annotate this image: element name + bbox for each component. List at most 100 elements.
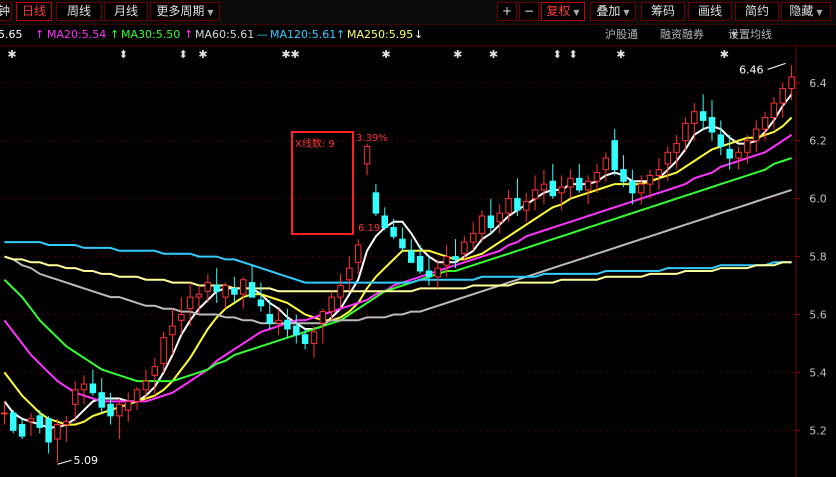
candle-body <box>478 215 486 234</box>
candle-body <box>160 337 167 365</box>
candle-body <box>125 400 132 411</box>
candle-body <box>63 421 70 426</box>
candle-body <box>186 296 194 310</box>
candle-body <box>416 256 424 272</box>
candle-body <box>89 383 97 394</box>
candle-body <box>178 313 185 321</box>
event-marker-icon: ✱ <box>489 48 498 61</box>
candle-body <box>620 169 627 182</box>
high-marker-arrow <box>767 62 786 70</box>
candle-body <box>425 270 433 278</box>
candle-body <box>346 267 353 281</box>
candle-body <box>664 151 671 165</box>
candle-body <box>319 311 327 324</box>
price-tick-label: 5.6 <box>809 308 827 321</box>
candle-body <box>469 232 477 243</box>
candle-body <box>558 186 565 194</box>
candle-body <box>381 215 388 229</box>
event-marker-icon: ✱✱ <box>281 48 299 61</box>
candle-body <box>496 212 503 223</box>
candle-body <box>487 215 495 229</box>
candle-body <box>673 143 680 153</box>
candle-body <box>301 334 309 344</box>
event-marker-icon: ✱ <box>7 48 16 61</box>
candle-body <box>204 282 212 292</box>
kline-chart[interactable]: ✱ ⬍ ⬍ ✱ ✱✱ ✱ ✱ ✱ ⬍ ⬍ ✱ ✱ 5.25.45.65.86.06.26.4 6.46… <box>0 0 836 477</box>
candle-body <box>54 424 61 440</box>
annotation-count-label: X线数: 9 <box>295 137 335 150</box>
high-price-label: 6.46 <box>739 63 764 76</box>
candle-body <box>611 140 618 171</box>
candle-body <box>735 151 742 159</box>
price-tick-label: 6.0 <box>809 193 827 206</box>
candle-body <box>133 389 141 402</box>
event-markers: ✱ ⬍ ⬍ ✱ ✱✱ ✱ ✱ ✱ ⬍ ⬍ ✱ ✱ <box>7 48 729 61</box>
candle-body <box>779 88 786 104</box>
low-price-label: 5.09 <box>73 454 98 467</box>
candle-body <box>363 145 371 165</box>
annotation-pct-label: 3.39% <box>356 133 388 144</box>
candle-body <box>637 183 645 194</box>
candle-body <box>328 296 335 313</box>
candle-body <box>540 183 548 191</box>
event-marker-icon: ✱ <box>720 48 729 61</box>
candle-body <box>239 279 247 295</box>
candle-body <box>257 299 265 307</box>
candle-body <box>576 177 583 191</box>
candle-body <box>567 177 574 188</box>
candle-body <box>293 325 300 336</box>
candle-body <box>248 282 256 298</box>
candle-body <box>275 319 282 324</box>
candle-body <box>549 180 557 197</box>
candle-body <box>770 102 778 119</box>
candle-body <box>151 366 159 376</box>
candle-body <box>452 256 459 260</box>
candle-body <box>584 180 592 191</box>
candle-body <box>655 169 663 176</box>
candle-body <box>744 140 751 153</box>
annotation-price-label: 6.19 <box>358 223 380 234</box>
price-tick-label: 5.2 <box>809 424 827 437</box>
candle-body <box>18 424 26 437</box>
low-marker-arrow <box>57 459 72 465</box>
candle-body <box>443 256 450 266</box>
candle-body <box>116 403 123 417</box>
candle-body <box>390 227 397 237</box>
candle-body <box>222 285 229 298</box>
event-marker-icon: ⬍ <box>553 48 562 61</box>
candle-body <box>27 418 35 423</box>
candle-body <box>337 285 344 298</box>
event-marker-icon: ✱ <box>453 48 462 61</box>
candle-body <box>213 285 220 292</box>
candle-body <box>691 111 698 124</box>
candle-body <box>142 380 150 391</box>
candle-body <box>231 287 238 295</box>
event-marker-icon: ⬍ <box>119 48 128 61</box>
candle-body <box>10 412 17 431</box>
event-marker-icon: ✱ <box>198 48 207 61</box>
candlesticks <box>1 65 795 463</box>
candle-body <box>408 250 415 263</box>
candle-body <box>629 180 636 194</box>
candle-body <box>45 418 52 443</box>
candle-body <box>461 241 468 255</box>
candle-body <box>80 383 88 391</box>
candle-body <box>266 313 273 324</box>
candle-body <box>434 267 442 278</box>
candle-body <box>514 198 521 211</box>
candle-body <box>531 189 539 200</box>
candle-body <box>36 415 44 428</box>
candle-body <box>788 76 795 90</box>
ma-line-ma30 <box>3 157 792 383</box>
price-tick-label: 5.4 <box>809 366 827 379</box>
event-marker-icon: ✱ <box>381 48 390 61</box>
candle-body <box>71 389 79 405</box>
candle-body <box>699 111 707 121</box>
candle-body <box>310 331 318 344</box>
candle-body <box>399 238 406 249</box>
candle-body <box>646 174 654 185</box>
candle-body <box>602 157 610 171</box>
candle-body <box>195 293 203 298</box>
price-tick-label: 5.8 <box>809 251 827 264</box>
candle-body <box>726 148 733 159</box>
